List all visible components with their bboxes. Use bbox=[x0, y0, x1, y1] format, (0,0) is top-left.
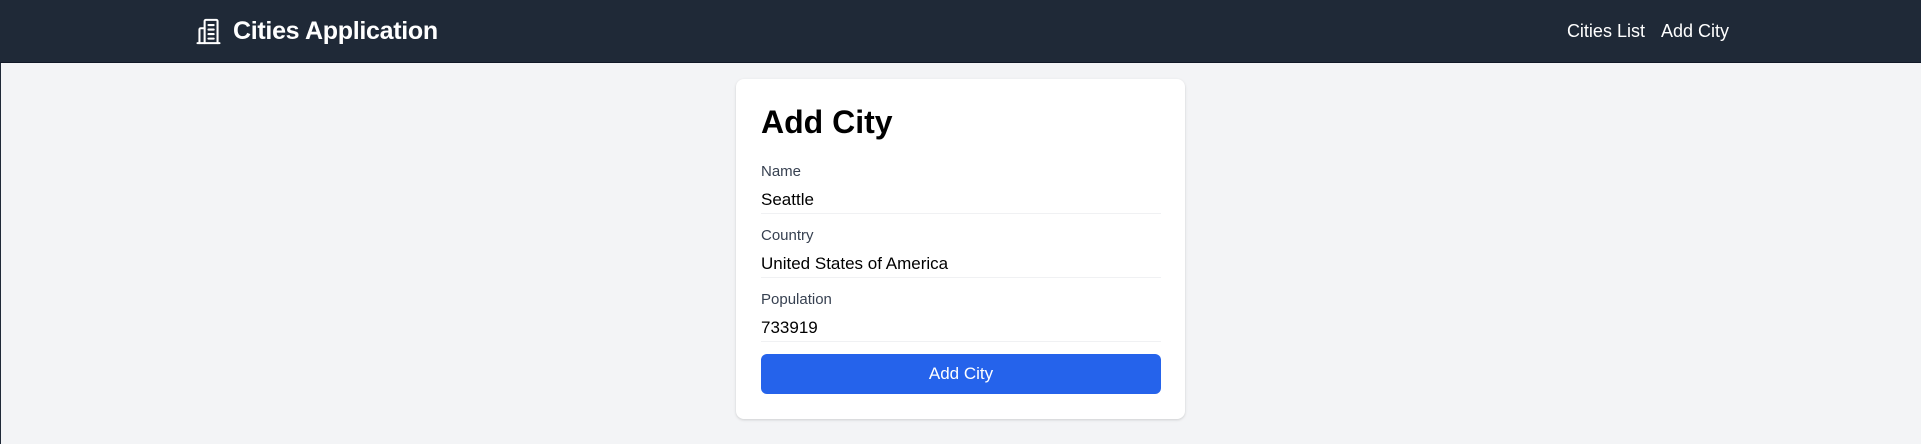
name-label: Name bbox=[761, 163, 802, 180]
population-label: Population bbox=[761, 291, 832, 308]
name-field-group: Name bbox=[761, 162, 1161, 214]
add-city-card: Add City Name Country Population Add Cit… bbox=[736, 79, 1185, 419]
nav-link-cities-list[interactable]: Cities List bbox=[1567, 19, 1645, 43]
nav-links: Cities List Add City bbox=[1567, 19, 1729, 43]
window-left-border bbox=[0, 63, 1, 444]
nav-link-add-city[interactable]: Add City bbox=[1661, 19, 1729, 43]
country-input[interactable] bbox=[761, 250, 1161, 278]
country-field-group: Country bbox=[761, 226, 1161, 278]
page-title: Add City bbox=[761, 104, 893, 140]
app-title: Cities Application bbox=[233, 16, 438, 45]
name-input[interactable] bbox=[761, 186, 1161, 214]
population-input[interactable] bbox=[761, 314, 1161, 342]
population-field-group: Population bbox=[761, 290, 1161, 342]
add-city-button[interactable]: Add City bbox=[761, 354, 1161, 394]
brand-home-link[interactable]: Cities Application bbox=[193, 15, 438, 47]
country-label: Country bbox=[761, 227, 814, 244]
top-navbar: Cities Application Cities List Add City bbox=[0, 0, 1921, 63]
building-icon bbox=[196, 18, 221, 44]
